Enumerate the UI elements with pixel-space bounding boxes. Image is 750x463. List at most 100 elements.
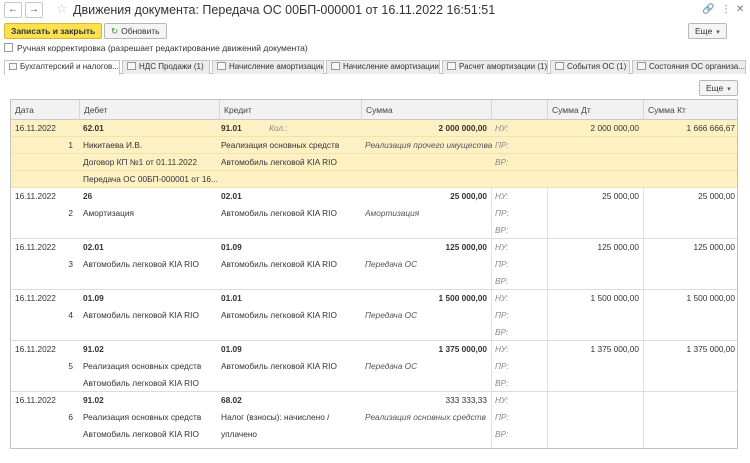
entry-row[interactable]: 16.11.2022 01.09 01.01 1 500 000,00 НУ: 1 500… (11, 290, 737, 341)
col-date[interactable]: Дата (11, 100, 79, 120)
accounting-register-icon (9, 63, 17, 70)
favorite-star-icon[interactable]: ☆ (56, 1, 68, 17)
tab-depreciation-2[interactable]: Начисление амортизации... (326, 60, 440, 74)
register-icon (447, 62, 456, 70)
quantity-label: Кол.: (269, 123, 288, 133)
amount-dt (547, 392, 639, 409)
entry-content: Передача ОС (365, 310, 418, 320)
entry-date: 16.11.2022 (15, 395, 56, 405)
credit-account: 01.09 (221, 344, 242, 354)
vr-label: ВР: (495, 276, 509, 286)
refresh-button[interactable]: ↻ Обновить (104, 23, 167, 39)
debit-subconto: Автомобиль легковой KIA RIO (83, 429, 199, 439)
pr-label: ПР: (495, 361, 509, 371)
col-amount-kt[interactable]: Сумма Кт (643, 100, 737, 120)
debit-account: 91.02 (83, 344, 104, 354)
pr-label: ПР: (495, 208, 509, 218)
entry-content: Реализация прочего имущества (365, 140, 493, 150)
debit-subconto: Автомобиль легковой KIA RIO (83, 310, 199, 320)
chevron-down-icon: ▾ (727, 86, 731, 93)
entry-row[interactable]: 16.11.2022 91.02 68.02 333 333,33 НУ: 6 Реали… (11, 392, 737, 444)
title-bar: ← → ☆ Движения документа: Передача ОС 00… (0, 0, 750, 20)
entry-number: 1 (68, 140, 73, 150)
vr-label: ВР: (495, 157, 509, 167)
entry-number: 2 (68, 208, 73, 218)
amount-dt: 1 500 000,00 (590, 293, 639, 303)
credit-subconto: Автомобиль легковой KIA RIO (221, 157, 337, 167)
nu-label: НУ: (495, 293, 509, 303)
debit-subconto: Амортизация (83, 208, 135, 218)
credit-subconto: Автомобиль легковой KIA RIO (221, 310, 337, 320)
credit-account: 01.01 (221, 293, 242, 303)
entry-number: 4 (68, 310, 73, 320)
credit-subconto: Автомобиль легковой KIA RIO (221, 361, 337, 371)
debit-account: 62.01 (83, 123, 104, 133)
tab-fa-events[interactable]: События ОС (1) (550, 60, 630, 74)
tab-fa-states[interactable]: Состояния ОС организа... (632, 60, 746, 74)
debit-account: 26 (83, 191, 93, 201)
debit-account: 01.09 (83, 293, 104, 303)
entries-grid[interactable]: Дата Дебет Кредит Сумма Сумма Дт Сумма К… (10, 99, 738, 449)
tab-vat-sales[interactable]: НДС Продажи (1) (122, 60, 210, 74)
entry-row[interactable]: 16.11.2022 91.02 01.09 1 375 000,00 НУ: 1 375… (11, 341, 737, 392)
col-debit[interactable]: Дебет (79, 100, 219, 120)
entry-amount: 25 000,00 (450, 191, 487, 201)
register-icon (127, 62, 136, 70)
arrow-left-icon: ← (8, 4, 18, 15)
manual-correction-row[interactable]: Ручная корректировка (разрешает редактир… (4, 43, 308, 55)
col-amount[interactable]: Сумма (361, 100, 491, 120)
credit-account: 68.02 (221, 395, 242, 405)
amount-kt (643, 392, 735, 409)
more-actions-button[interactable]: Еще ▾ (688, 23, 727, 39)
entry-row[interactable]: 16.11.2022 26 02.01 25 000,00 НУ: 25 000,00 25… (11, 188, 737, 239)
entry-date: 16.11.2022 (15, 293, 56, 303)
credit-subconto: Автомобиль легковой KIA RIO (221, 259, 337, 269)
tab-depreciation-1[interactable]: Начисление амортизации... (212, 60, 324, 74)
refresh-icon: ↻ (111, 26, 119, 36)
save-and-close-button[interactable]: Записать и закрыть (4, 23, 103, 39)
col-accounting-types[interactable] (491, 100, 547, 120)
manual-correction-checkbox[interactable] (4, 43, 13, 52)
credit-account: 01.09 (221, 242, 242, 252)
window-title: Движения документа: Передача ОС 00БП-000… (73, 3, 496, 17)
amount-dt: 2 000 000,00 (590, 123, 639, 133)
entry-date: 16.11.2022 (15, 344, 56, 354)
pr-label: ПР: (495, 140, 509, 150)
register-icon (555, 62, 564, 70)
vr-label: ВР: (495, 225, 509, 235)
credit-subconto: уплачено (221, 429, 258, 439)
pr-label: ПР: (495, 259, 509, 269)
tab-accounting[interactable]: Бухгалтерский и налогов... (4, 60, 120, 75)
debit-subconto: Автомобиль легковой KIA RIO (83, 378, 199, 388)
entry-number: 5 (68, 361, 73, 371)
nu-label: НУ: (495, 344, 509, 354)
entry-row[interactable]: 16.11.2022 02.01 01.09 125 000,00 НУ: 125 000… (11, 239, 737, 290)
credit-subconto: Налог (взносы): начислено / (221, 412, 330, 422)
pr-label: ПР: (495, 310, 509, 320)
col-amount-dt[interactable]: Сумма Дт (547, 100, 643, 120)
chevron-down-icon: ▾ (716, 29, 720, 36)
amount-dt: 1 375 000,00 (590, 344, 639, 354)
credit-account: 91.01 (221, 123, 242, 133)
entry-date: 16.11.2022 (15, 191, 56, 201)
tab-label: Начисление амортизации... (229, 62, 324, 71)
tab-depreciation-calc[interactable]: Расчет амортизации (1) (442, 60, 548, 74)
credit-account: 02.01 (221, 191, 242, 201)
col-credit[interactable]: Кредит (219, 100, 361, 120)
amount-kt: 1 500 000,00 (686, 293, 735, 303)
entry-date: 16.11.2022 (15, 242, 56, 252)
entry-number: 6 (68, 412, 73, 422)
back-button[interactable]: ← (4, 2, 22, 18)
entry-amount: 125 000,00 (445, 242, 487, 252)
more-vertical-icon[interactable]: ⋮ (721, 4, 731, 15)
entry-content: Передача ОС (365, 361, 418, 371)
credit-subconto: Автомобиль легковой KIA RIO (221, 208, 337, 218)
entry-row[interactable]: 16.11.2022 62.01 91.01 Кол.: 2 000 000,00 НУ:… (11, 120, 737, 188)
close-icon[interactable]: ✕ (736, 4, 744, 15)
grid-more-button[interactable]: Еще ▾ (699, 80, 738, 96)
forward-button[interactable]: → (25, 2, 43, 18)
amount-kt: 125 000,00 (693, 242, 735, 252)
amount-kt: 25 000,00 (698, 191, 735, 201)
register-tabs: Бухгалтерский и налогов... НДС Продажи (… (4, 60, 746, 75)
link-icon[interactable]: 🔗 (702, 4, 714, 15)
